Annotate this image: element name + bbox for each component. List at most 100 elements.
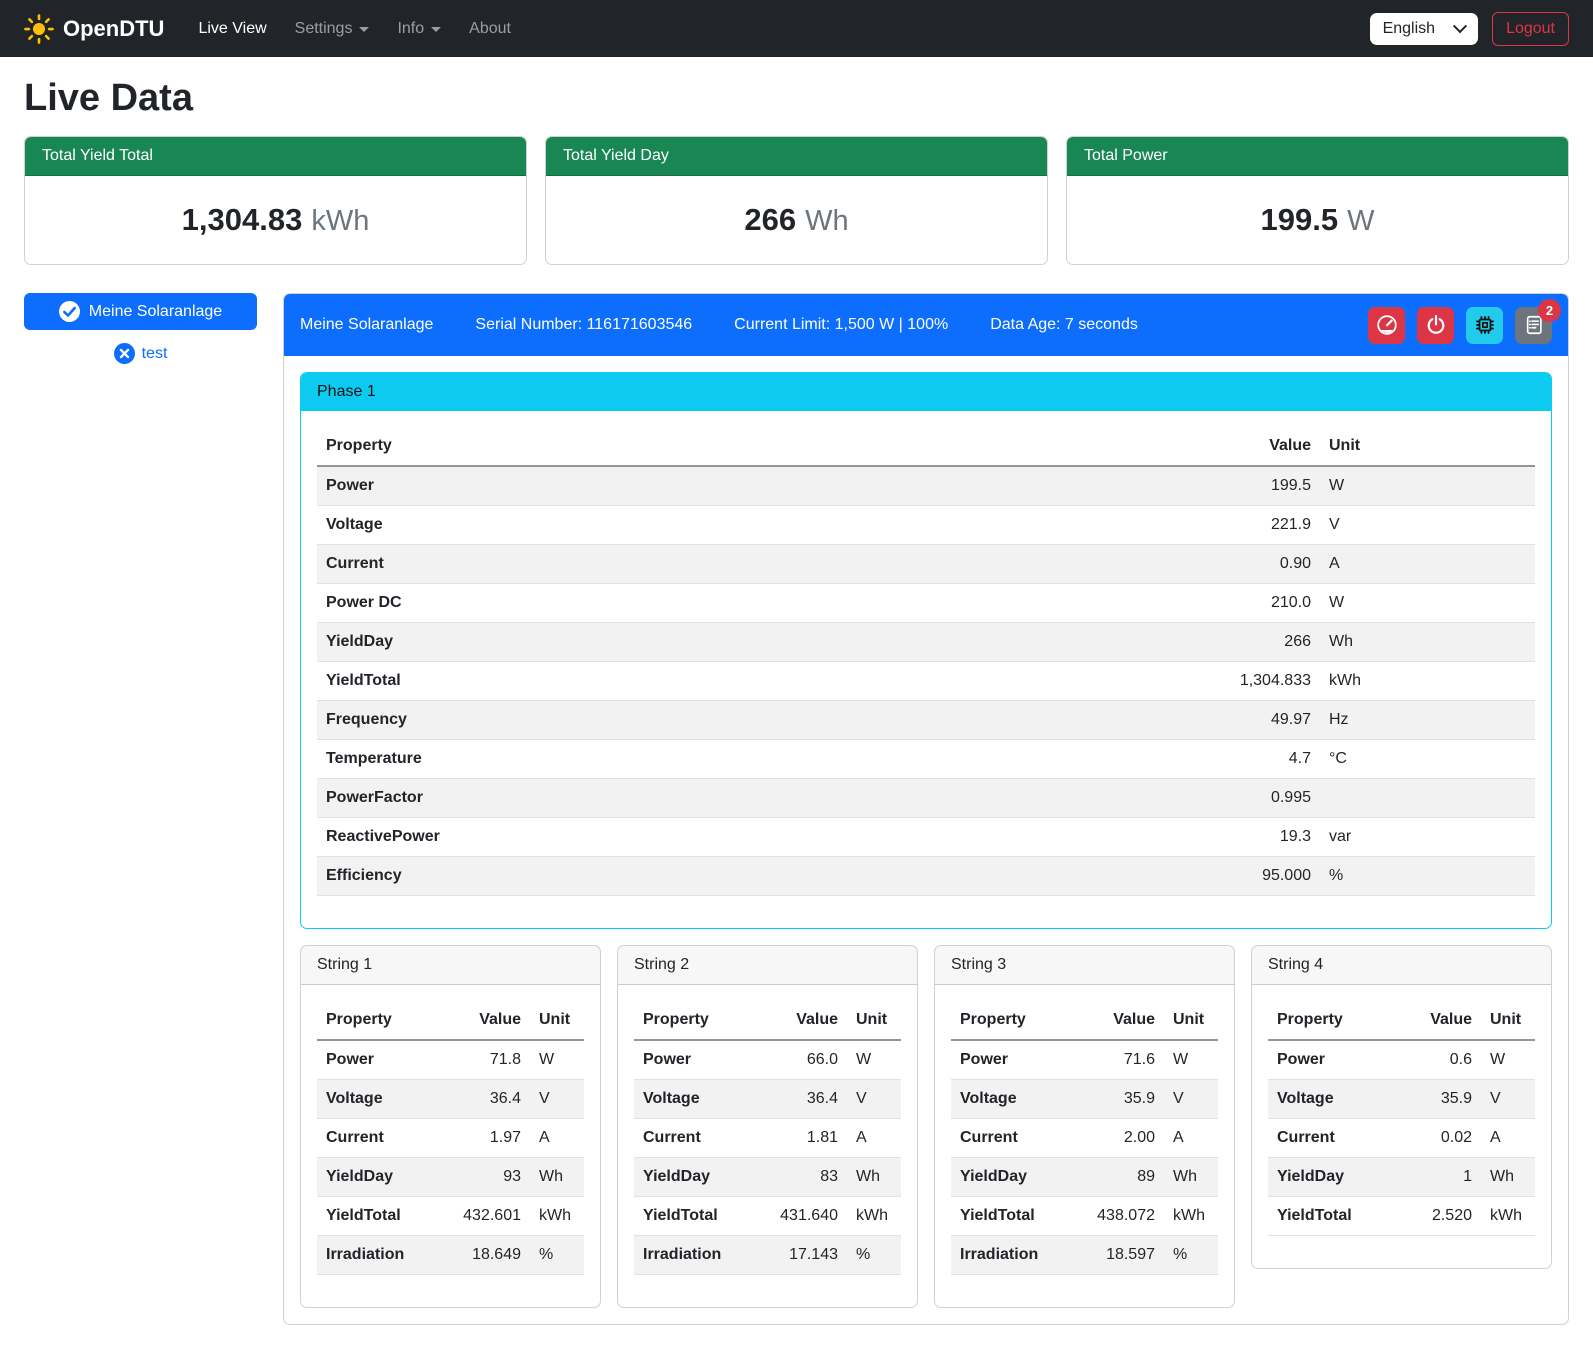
table-row: PowerFactor0.995 [317,779,1535,818]
unit-cell: Wh [1164,1158,1218,1197]
table-row: Power DC210.0W [317,584,1535,623]
table-row: YieldDay89Wh [951,1158,1218,1197]
table-row: YieldTotal431.640kWh [634,1197,901,1236]
speedometer-icon [1376,314,1398,336]
string-card-3: String 3 Property Value Unit [934,945,1235,1308]
value-cell: 4.7 [915,740,1320,779]
summary-card-title: Total Power [1067,137,1568,176]
table-row: Current0.90A [317,545,1535,584]
property-cell: Power DC [317,584,915,623]
unit-cell: kWh [1481,1197,1535,1236]
value-cell: 1.97 [436,1119,530,1158]
value-cell: 35.9 [1397,1080,1481,1119]
table-row: Temperature4.7°C [317,740,1535,779]
table-header-row: Property Value Unit [317,1001,584,1040]
value-cell: 36.4 [753,1080,847,1119]
value-cell: 1 [1397,1158,1481,1197]
table-row: Voltage221.9V [317,506,1535,545]
unit-cell: V [1481,1080,1535,1119]
value-cell: 71.6 [1070,1040,1164,1080]
summary-card-total-yield-day: Total Yield Day 266Wh [545,136,1048,265]
table-row: Current2.00A [951,1119,1218,1158]
unit-cell: Hz [1320,701,1535,740]
property-cell: Current [317,545,915,584]
unit-cell: % [1164,1236,1218,1275]
events-count-badge: 2 [1538,299,1561,322]
unit-cell: W [1320,466,1535,506]
property-cell: YieldTotal [634,1197,753,1236]
property-cell: Voltage [317,506,915,545]
nav-item-live-view[interactable]: Live View [184,12,280,46]
table-row: ReactivePower19.3var [317,818,1535,857]
events-button[interactable]: 2 [1515,307,1552,344]
data-age: Data Age: 7 seconds [990,316,1138,334]
column-header-property: Property [951,1001,1070,1040]
summary-unit: W [1347,205,1374,237]
table-row: YieldTotal438.072kWh [951,1197,1218,1236]
value-cell: 18.649 [436,1236,530,1275]
property-cell: YieldTotal [951,1197,1070,1236]
logout-button[interactable]: Logout [1492,12,1569,46]
inverter-panel-body: Phase 1 Property Value Unit Power199.5WV… [284,356,1568,1324]
unit-cell: Wh [530,1158,584,1197]
current-limit: Current Limit: 1,500 W | 100% [734,316,948,334]
unit-cell: var [1320,818,1535,857]
limit-settings-button[interactable] [1368,307,1405,344]
summary-value: 1,304.83 [182,202,303,237]
value-cell: 0.6 [1397,1040,1481,1080]
value-cell: 221.9 [915,506,1320,545]
unit-cell: A [1481,1119,1535,1158]
table-row: Irradiation18.649% [317,1236,584,1275]
unit-cell: °C [1320,740,1535,779]
inverter-name: Meine Solaranlage [89,303,222,321]
brand[interactable]: OpenDTU [24,14,164,44]
summary-card-total-yield-total: Total Yield Total 1,304.83kWh [24,136,527,265]
language-value: English [1383,20,1435,38]
chevron-down-icon [359,27,369,32]
column-header-unit: Unit [1320,427,1535,466]
summary-card-title: Total Yield Total [25,137,526,176]
column-header-value: Value [1397,1001,1481,1040]
string-card-title: String 1 [301,946,600,985]
summary-card-body: 266Wh [546,176,1047,264]
table-row: Voltage36.4V [317,1080,584,1119]
language-select[interactable]: English [1370,13,1478,45]
unit-cell: A [1320,545,1535,584]
table-row: Power0.6W [1268,1040,1535,1080]
unit-cell: kWh [1320,662,1535,701]
value-cell: 210.0 [915,584,1320,623]
property-cell: YieldTotal [317,1197,436,1236]
column-header-property: Property [317,1001,436,1040]
inverter-button-test[interactable]: test [24,343,257,364]
unit-cell: V [1164,1080,1218,1119]
nav-item-settings[interactable]: Settings [281,12,384,46]
unit-cell: V [530,1080,584,1119]
device-info-button[interactable] [1466,307,1503,344]
nav-item-label: Settings [295,20,353,38]
unit-cell: kWh [1164,1197,1218,1236]
table-row: Efficiency95.000% [317,857,1535,896]
unit-cell: W [1164,1040,1218,1080]
table-row: Power199.5W [317,466,1535,506]
phase-table: Property Value Unit Power199.5WVoltage22… [317,427,1535,896]
column-header-property: Property [317,427,915,466]
value-cell: 431.640 [753,1197,847,1236]
value-cell: 438.072 [1070,1197,1164,1236]
summary-unit: Wh [805,205,849,237]
nav-item-about[interactable]: About [455,12,525,46]
unit-cell: kWh [847,1197,901,1236]
unit-cell: % [530,1236,584,1275]
cpu-icon [1474,314,1496,336]
unit-cell: V [847,1080,901,1119]
property-cell: YieldDay [317,623,915,662]
property-cell: Power [634,1040,753,1080]
power-button[interactable] [1417,307,1454,344]
value-cell: 93 [436,1158,530,1197]
inverter-button-selected[interactable]: Meine Solaranlage [24,293,257,330]
property-cell: Voltage [1268,1080,1397,1119]
value-cell: 95.000 [915,857,1320,896]
property-cell: YieldDay [634,1158,753,1197]
unit-cell: A [1164,1119,1218,1158]
unit-cell [1320,779,1535,818]
nav-item-info[interactable]: Info [383,12,455,46]
